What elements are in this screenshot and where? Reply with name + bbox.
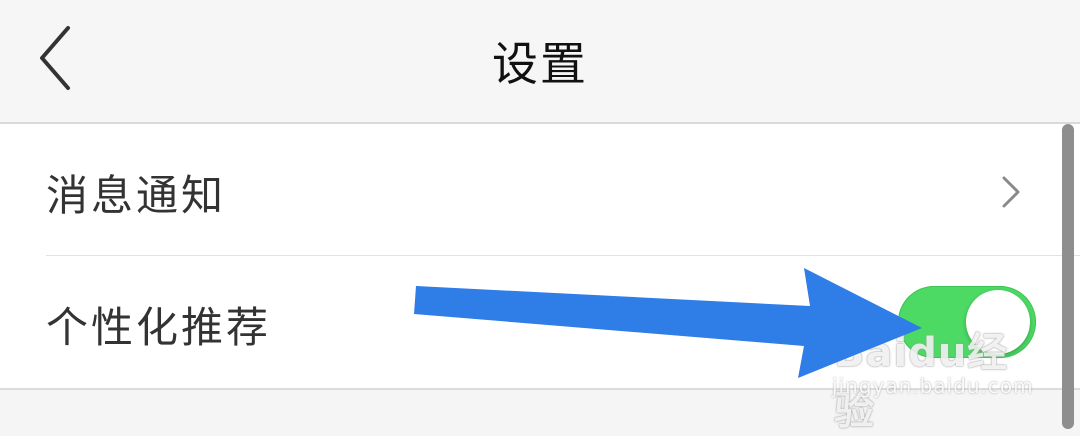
arrow-right-icon [414,268,922,378]
scrollbar[interactable] [1062,124,1074,429]
settings-item-label: 个性化推荐 [46,303,272,352]
page-title: 设置 [492,37,588,91]
settings-item-label: 消息通知 [46,171,227,220]
settings-item-message-notification[interactable]: 消息通知 [0,124,1080,256]
navigation-bar: 设置 [0,0,1080,124]
chevron-right-icon [1002,176,1020,208]
